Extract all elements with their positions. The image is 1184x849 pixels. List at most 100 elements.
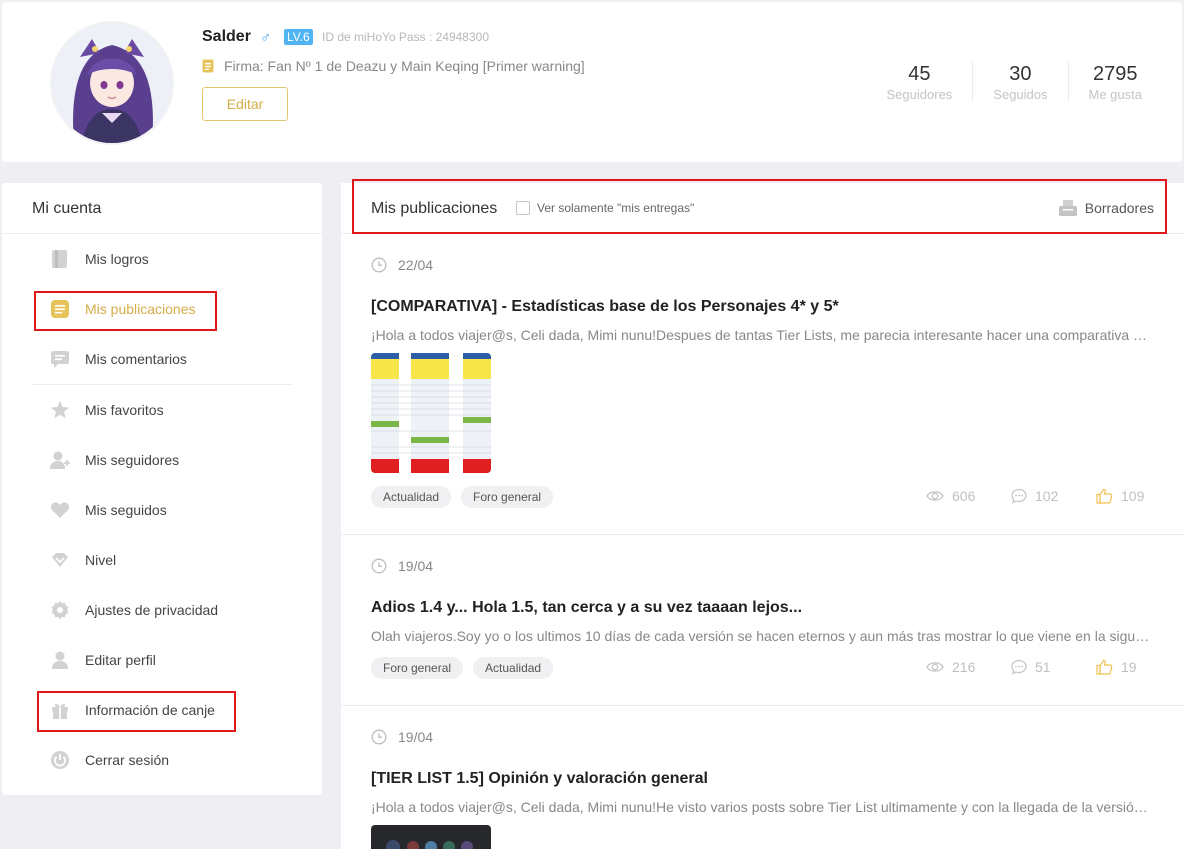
post-date-text: 19/04 xyxy=(398,558,434,574)
filter-label: Ver solamente "mis entregas" xyxy=(537,201,695,215)
sidebar-item-label: Mis seguidos xyxy=(85,502,167,518)
comments-metric[interactable]: 51 xyxy=(1011,659,1096,675)
comments-count: 102 xyxy=(1035,488,1059,504)
stat-following-label: Seguidos xyxy=(993,87,1048,102)
posts-panel: Mis publicaciones Ver solamente "mis ent… xyxy=(341,175,1184,849)
eye-icon xyxy=(926,491,944,501)
avatar[interactable] xyxy=(52,23,172,143)
account-sidebar: Mi cuenta Mis logros Mis publicaciones M… xyxy=(2,183,322,795)
drafts-label: Borradores xyxy=(1084,200,1154,216)
comments-metric[interactable]: 102 xyxy=(1011,488,1096,504)
clock-icon xyxy=(371,729,387,745)
stat-following-count: 30 xyxy=(1009,63,1032,85)
sidebar-item-label: Mis favoritos xyxy=(85,402,164,418)
heart-icon xyxy=(50,502,70,518)
post-date-text: 19/04 xyxy=(398,729,434,745)
thumbs-up-icon xyxy=(1096,488,1113,504)
sidebar-item-label: Nivel xyxy=(85,552,117,568)
post-thumbnail[interactable] xyxy=(371,353,491,473)
level-badge: LV.6 xyxy=(284,29,313,45)
likes-count: 109 xyxy=(1121,488,1145,504)
post-title[interactable]: [TIER LIST 1.5] Opinión y valoración gen… xyxy=(371,770,708,788)
username: Salder xyxy=(202,28,251,45)
sidebar-item-posts[interactable]: Mis publicaciones xyxy=(50,297,196,321)
post-item[interactable]: 22/04 [COMPARATIVA] - Estadísticas base … xyxy=(341,234,1184,535)
likes-count: 19 xyxy=(1121,659,1137,675)
sidebar-item-following[interactable]: Mis seguidos xyxy=(50,498,167,522)
edit-profile-button[interactable]: Editar xyxy=(202,87,288,121)
comments-icon xyxy=(51,351,69,368)
stat-likes-count: 2795 xyxy=(1093,63,1138,85)
signature-icon xyxy=(202,59,214,73)
sidebar-item-label: Mis comentarios xyxy=(85,351,187,367)
sidebar-item-followers[interactable]: Mis seguidores xyxy=(50,448,179,472)
posts-icon xyxy=(51,300,69,318)
views-count: 606 xyxy=(952,488,976,504)
post-metrics: 216 51 19 xyxy=(926,659,1156,675)
eye-icon xyxy=(926,662,944,672)
post-tag[interactable]: Foro general xyxy=(461,486,554,508)
stat-followers-label: Seguidores xyxy=(886,87,953,102)
stat-following[interactable]: 30 Seguidos xyxy=(972,62,1067,102)
post-excerpt: ¡Hola a todos viajer@s, Celi dada, Mimi … xyxy=(371,799,1151,815)
sidebar-item-label: Editar perfil xyxy=(85,652,156,668)
level-icon xyxy=(52,553,68,567)
power-icon xyxy=(51,751,69,769)
likes-metric[interactable]: 19 xyxy=(1096,659,1156,675)
stat-likes[interactable]: 2795 Me gusta xyxy=(1067,62,1162,102)
posts-title: Mis publicaciones xyxy=(371,200,498,217)
post-item[interactable]: 19/04 [TIER LIST 1.5] Opinión y valoraci… xyxy=(341,706,1184,849)
sidebar-item-redeem-info[interactable]: Información de canje xyxy=(50,698,215,722)
sidebar-item-label: Ajustes de privacidad xyxy=(85,602,219,618)
sidebar-item-logout[interactable]: Cerrar sesión xyxy=(50,748,169,772)
post-item[interactable]: 19/04 Adios 1.4 y... Hola 1.5, tan cerca… xyxy=(341,535,1184,706)
comment-bubble-icon xyxy=(1011,488,1027,504)
gender-male-icon: ♂ xyxy=(260,29,272,46)
comments-count: 51 xyxy=(1035,659,1051,675)
only-submissions-filter[interactable]: Ver solamente "mis entregas" xyxy=(516,201,694,215)
post-date-text: 22/04 xyxy=(398,257,434,273)
pass-id: ID de miHoYo Pass : 24948300 xyxy=(322,30,489,44)
post-thumbnail[interactable] xyxy=(371,825,491,849)
sidebar-item-label: Mis logros xyxy=(85,251,149,267)
likes-metric[interactable]: 109 xyxy=(1096,488,1156,504)
stat-followers-count: 45 xyxy=(908,63,931,85)
post-title[interactable]: Adios 1.4 y... Hola 1.5, tan cerca y a s… xyxy=(371,599,802,617)
post-date: 22/04 xyxy=(371,257,433,273)
sidebar-item-label: Información de canje xyxy=(85,702,215,718)
sidebar-item-edit-profile[interactable]: Editar perfil xyxy=(50,648,156,672)
drafts-button[interactable]: Borradores xyxy=(1058,200,1154,216)
thumbs-up-icon xyxy=(1096,659,1113,675)
sidebar-item-privacy[interactable]: Ajustes de privacidad xyxy=(50,598,218,622)
post-excerpt: Olah viajeros.Soy yo o los ultimos 10 dí… xyxy=(371,628,1151,644)
sidebar-item-comments[interactable]: Mis comentarios xyxy=(50,347,187,371)
post-tags: Actualidad Foro general xyxy=(371,486,554,508)
post-tag[interactable]: Actualidad xyxy=(473,657,554,679)
star-icon xyxy=(51,401,69,419)
post-date: 19/04 xyxy=(371,729,433,745)
signature: Firma: Fan Nº 1 de Deazu y Main Keqing [… xyxy=(224,58,585,74)
post-title[interactable]: [COMPARATIVA] - Estadísticas base de los… xyxy=(371,298,839,316)
post-tag[interactable]: Foro general xyxy=(371,657,464,679)
achievements-icon xyxy=(52,250,67,268)
profile-stats: 45 Seguidores 30 Seguidos 2795 Me gusta xyxy=(867,62,1162,102)
post-date: 19/04 xyxy=(371,558,433,574)
sidebar-item-achievements[interactable]: Mis logros xyxy=(50,247,149,271)
clock-icon xyxy=(371,257,387,273)
sidebar-item-favorites[interactable]: Mis favoritos xyxy=(50,398,164,422)
post-tags: Foro general Actualidad xyxy=(371,657,554,679)
stat-likes-label: Me gusta xyxy=(1088,87,1142,102)
views-metric: 216 xyxy=(926,659,1011,675)
sidebar-item-level[interactable]: Nivel xyxy=(50,548,116,572)
comment-bubble-icon xyxy=(1011,659,1027,675)
post-excerpt: ¡Hola a todos viajer@s, Celi dada, Mimi … xyxy=(371,327,1151,343)
filter-checkbox[interactable] xyxy=(516,201,530,215)
sidebar-title: Mi cuenta xyxy=(32,200,102,217)
profile-header: Salder ♂ LV.6 ID de miHoYo Pass : 249483… xyxy=(2,2,1182,162)
sidebar-divider xyxy=(32,384,292,385)
gift-icon xyxy=(52,703,68,719)
stat-followers[interactable]: 45 Seguidores xyxy=(867,62,973,102)
drafts-icon xyxy=(1058,200,1077,216)
user-icon xyxy=(52,651,68,669)
post-tag[interactable]: Actualidad xyxy=(371,486,452,508)
